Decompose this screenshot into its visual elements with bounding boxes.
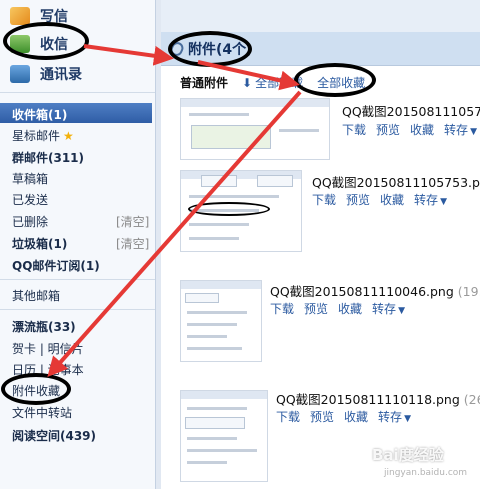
attachment-thumbnail[interactable]	[180, 390, 268, 482]
folder-spam[interactable]: 垃圾箱(1)	[12, 235, 67, 252]
save-to-link[interactable]: 转存 ▼	[414, 191, 447, 208]
thumb-line	[187, 449, 257, 452]
thumb-line	[187, 335, 227, 338]
sidebar-divider	[0, 92, 155, 93]
save-to-link[interactable]: 转存 ▼	[372, 300, 405, 317]
save-to-label: 转存	[414, 193, 439, 207]
left-sidebar: 写信 收信 通讯录 收件箱(1) 星标邮件 ★ 群邮件(311) 草稿箱 已发送 …	[0, 0, 155, 489]
thumb-line	[279, 129, 319, 132]
download-arrow-icon: ⬇	[242, 76, 253, 90]
attachment-name[interactable]: QQ截图20150811105753.png	[312, 172, 480, 191]
thumb-box	[185, 417, 245, 429]
folder-starred-label: 星标邮件	[12, 129, 61, 143]
sidebar-splitter[interactable]	[155, 0, 161, 489]
folder-other-mailboxes[interactable]: 其他邮箱	[12, 287, 60, 304]
thumb-line	[187, 407, 247, 410]
thumb-box	[191, 125, 271, 149]
sidebar-divider	[0, 309, 155, 310]
folder-drift-bottle[interactable]: 漂流瓶(33)	[12, 318, 76, 335]
thumb-box	[201, 175, 237, 187]
attachment-actions: 下载 预览 收藏 转存 ▼	[270, 300, 405, 317]
favorite-link[interactable]: 收藏	[344, 408, 368, 425]
save-to-label: 转存	[444, 123, 469, 137]
attachment-filename: QQ截图20150811105753.png	[312, 175, 480, 190]
preview-link[interactable]: 预览	[376, 121, 400, 138]
save-to-link[interactable]: 转存 ▼	[444, 121, 477, 138]
contacts-button[interactable]: 通讯录	[10, 64, 82, 84]
thumb-line	[189, 113, 249, 116]
download-link[interactable]: 下载	[270, 300, 294, 317]
annotation-ellipse-attachment-favorites	[1, 373, 71, 405]
attachment-name[interactable]: QQ截图20150811110046.png(19.9	[270, 281, 480, 300]
annotation-ellipse-save-all	[294, 63, 376, 97]
thumb-line	[187, 311, 247, 314]
thumb-bar	[181, 281, 261, 289]
attachment-actions: 下载 预览 收藏 转存 ▼	[342, 121, 477, 138]
thumb-line	[187, 347, 242, 350]
attachment-filename: QQ截图2015081110571	[342, 104, 480, 119]
contacts-label: 通讯录	[40, 67, 82, 83]
thumb-line	[187, 461, 227, 464]
attachment-name[interactable]: QQ截图20150811110118.png(26.1	[276, 389, 480, 408]
tab-normal-attachments[interactable]: 普通附件	[180, 74, 228, 91]
folder-inbox[interactable]: 收件箱(1)	[12, 106, 67, 123]
attachment-size: (19.9	[457, 284, 480, 299]
folder-cards-postcards[interactable]: 贺卡 | 明信片	[12, 340, 84, 357]
caret-down-icon: ▼	[440, 197, 447, 207]
folder-subscriptions[interactable]: QQ邮件订阅(1)	[12, 257, 100, 274]
favorite-link[interactable]: 收藏	[410, 121, 434, 138]
caret-down-icon: ▼	[404, 414, 411, 424]
thumb-line	[187, 323, 237, 326]
save-to-link[interactable]: 转存 ▼	[378, 408, 411, 425]
thumb-bar	[181, 391, 267, 399]
folder-starred[interactable]: 星标邮件 ★	[12, 127, 74, 144]
attachment-filename: QQ截图20150811110046.png	[270, 284, 454, 299]
download-link[interactable]: 下载	[312, 191, 336, 208]
thumb-line	[189, 237, 239, 240]
star-icon: ★	[63, 129, 74, 143]
thumb-bar	[181, 99, 329, 107]
favorite-link[interactable]: 收藏	[380, 191, 404, 208]
thumb-box	[185, 293, 219, 303]
main-toolbar-area	[161, 0, 480, 32]
folder-sent[interactable]: 已发送	[12, 191, 48, 208]
favorite-link[interactable]: 收藏	[338, 300, 362, 317]
caret-down-icon: ▼	[470, 127, 477, 137]
attachment-name[interactable]: QQ截图2015081110571	[342, 101, 480, 120]
save-to-label: 转存	[378, 410, 403, 424]
thumb-line	[187, 437, 237, 440]
download-link[interactable]: 下载	[276, 408, 300, 425]
annotation-ellipse-inbox	[3, 22, 89, 60]
attachment-thumbnail[interactable]	[180, 98, 330, 160]
watermark-logo: Bai度经验	[372, 446, 444, 464]
preview-link[interactable]: 预览	[310, 408, 334, 425]
watermark-url: jingyan.baidu.com	[384, 468, 468, 478]
attachment-actions: 下载 预览 收藏 转存 ▼	[312, 191, 447, 208]
attachment-size: (26.1	[463, 392, 480, 407]
folder-group-mail[interactable]: 群邮件(311)	[12, 149, 84, 166]
contacts-icon	[10, 65, 30, 83]
pencil-icon	[10, 7, 30, 25]
folder-file-transfer[interactable]: 文件中转站	[12, 404, 72, 421]
save-to-label: 转存	[372, 302, 397, 316]
preview-link[interactable]: 预览	[304, 300, 328, 317]
thumb-line	[189, 223, 249, 226]
caret-down-icon: ▼	[398, 306, 405, 316]
clear-spam-link[interactable]: [清空]	[116, 235, 149, 252]
annotation-ellipse-thumb	[188, 202, 270, 216]
preview-link[interactable]: 预览	[346, 191, 370, 208]
folder-drafts[interactable]: 草稿箱	[12, 170, 48, 187]
sidebar-divider	[0, 279, 155, 280]
thumb-line	[189, 195, 279, 198]
attachment-thumbnail[interactable]	[180, 280, 262, 362]
download-link[interactable]: 下载	[342, 121, 366, 138]
attachment-filename: QQ截图20150811110118.png	[276, 392, 460, 407]
folder-reading-space[interactable]: 阅读空间(439)	[12, 427, 96, 444]
clear-deleted-link[interactable]: [清空]	[116, 213, 149, 230]
folder-deleted[interactable]: 已删除	[12, 213, 48, 230]
annotation-ellipse-header	[168, 31, 252, 67]
attachment-actions: 下载 预览 收藏 转存 ▼	[276, 408, 411, 425]
thumb-box	[257, 175, 293, 187]
